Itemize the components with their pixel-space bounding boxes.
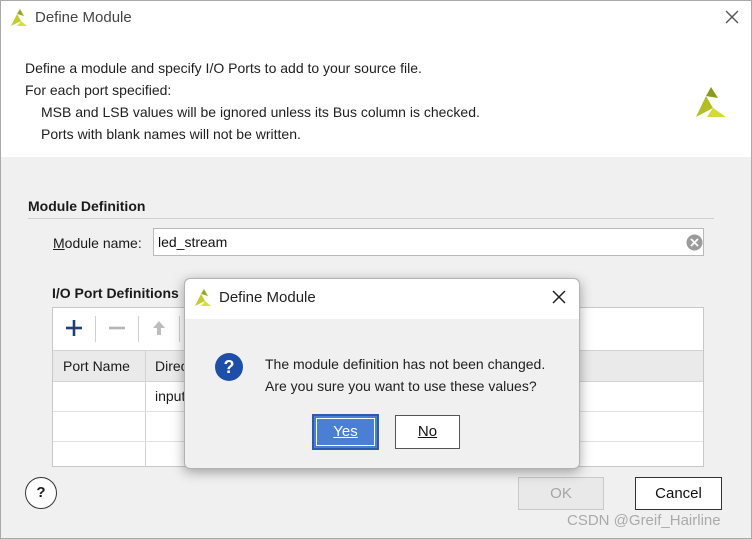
- vivado-logo-large-icon: [696, 87, 726, 117]
- window-title: Define Module: [35, 9, 132, 26]
- close-icon[interactable]: [723, 8, 741, 26]
- dialog-message-line-2: Are you sure you want to use these value…: [265, 378, 537, 394]
- cancel-button[interactable]: Cancel: [635, 477, 722, 510]
- module-name-label-rest: odule name:: [64, 235, 142, 251]
- move-up-icon[interactable]: [148, 317, 170, 339]
- column-header-direction[interactable]: Direc: [155, 358, 188, 374]
- watermark: CSDN @Greif_Hairline: [567, 512, 721, 529]
- column-header-port-name[interactable]: Port Name: [63, 358, 130, 374]
- dialog-close-icon[interactable]: [551, 289, 567, 305]
- vivado-logo-icon: [11, 9, 27, 26]
- yes-button[interactable]: Yes: [312, 414, 379, 450]
- clear-icon[interactable]: [686, 234, 703, 251]
- description-line-4: Ports with blank names will not be writt…: [41, 126, 301, 142]
- svg-text:?: ?: [224, 357, 235, 377]
- section-divider: [28, 218, 714, 219]
- description-line-3: MSB and LSB values will be ignored unles…: [41, 104, 480, 120]
- toolbar-separator: [138, 316, 139, 342]
- toolbar-separator: [95, 316, 96, 342]
- yes-button-label: Yes: [333, 423, 358, 440]
- table-cell-direction[interactable]: input: [155, 388, 185, 404]
- io-port-definitions-title: I/O Port Definitions: [52, 285, 179, 301]
- no-button[interactable]: No: [395, 415, 460, 449]
- module-name-input[interactable]: [153, 228, 704, 256]
- module-name-label: Module name:: [53, 235, 142, 251]
- column-divider: [145, 350, 146, 467]
- help-button[interactable]: ?: [25, 477, 57, 509]
- ok-button[interactable]: OK: [518, 477, 604, 510]
- module-definition-title: Module Definition: [28, 198, 146, 214]
- remove-icon[interactable]: [106, 317, 128, 339]
- toolbar-separator: [179, 316, 180, 342]
- question-icon: ?: [215, 353, 243, 381]
- vivado-logo-icon: [195, 289, 211, 306]
- description-line-1: Define a module and specify I/O Ports to…: [25, 60, 422, 76]
- add-icon[interactable]: [63, 317, 85, 339]
- description-line-2: For each port specified:: [25, 82, 172, 98]
- no-button-label: No: [417, 423, 438, 440]
- dialog-message-line-1: The module definition has not been chang…: [265, 356, 546, 372]
- dialog-title: Define Module: [219, 289, 316, 306]
